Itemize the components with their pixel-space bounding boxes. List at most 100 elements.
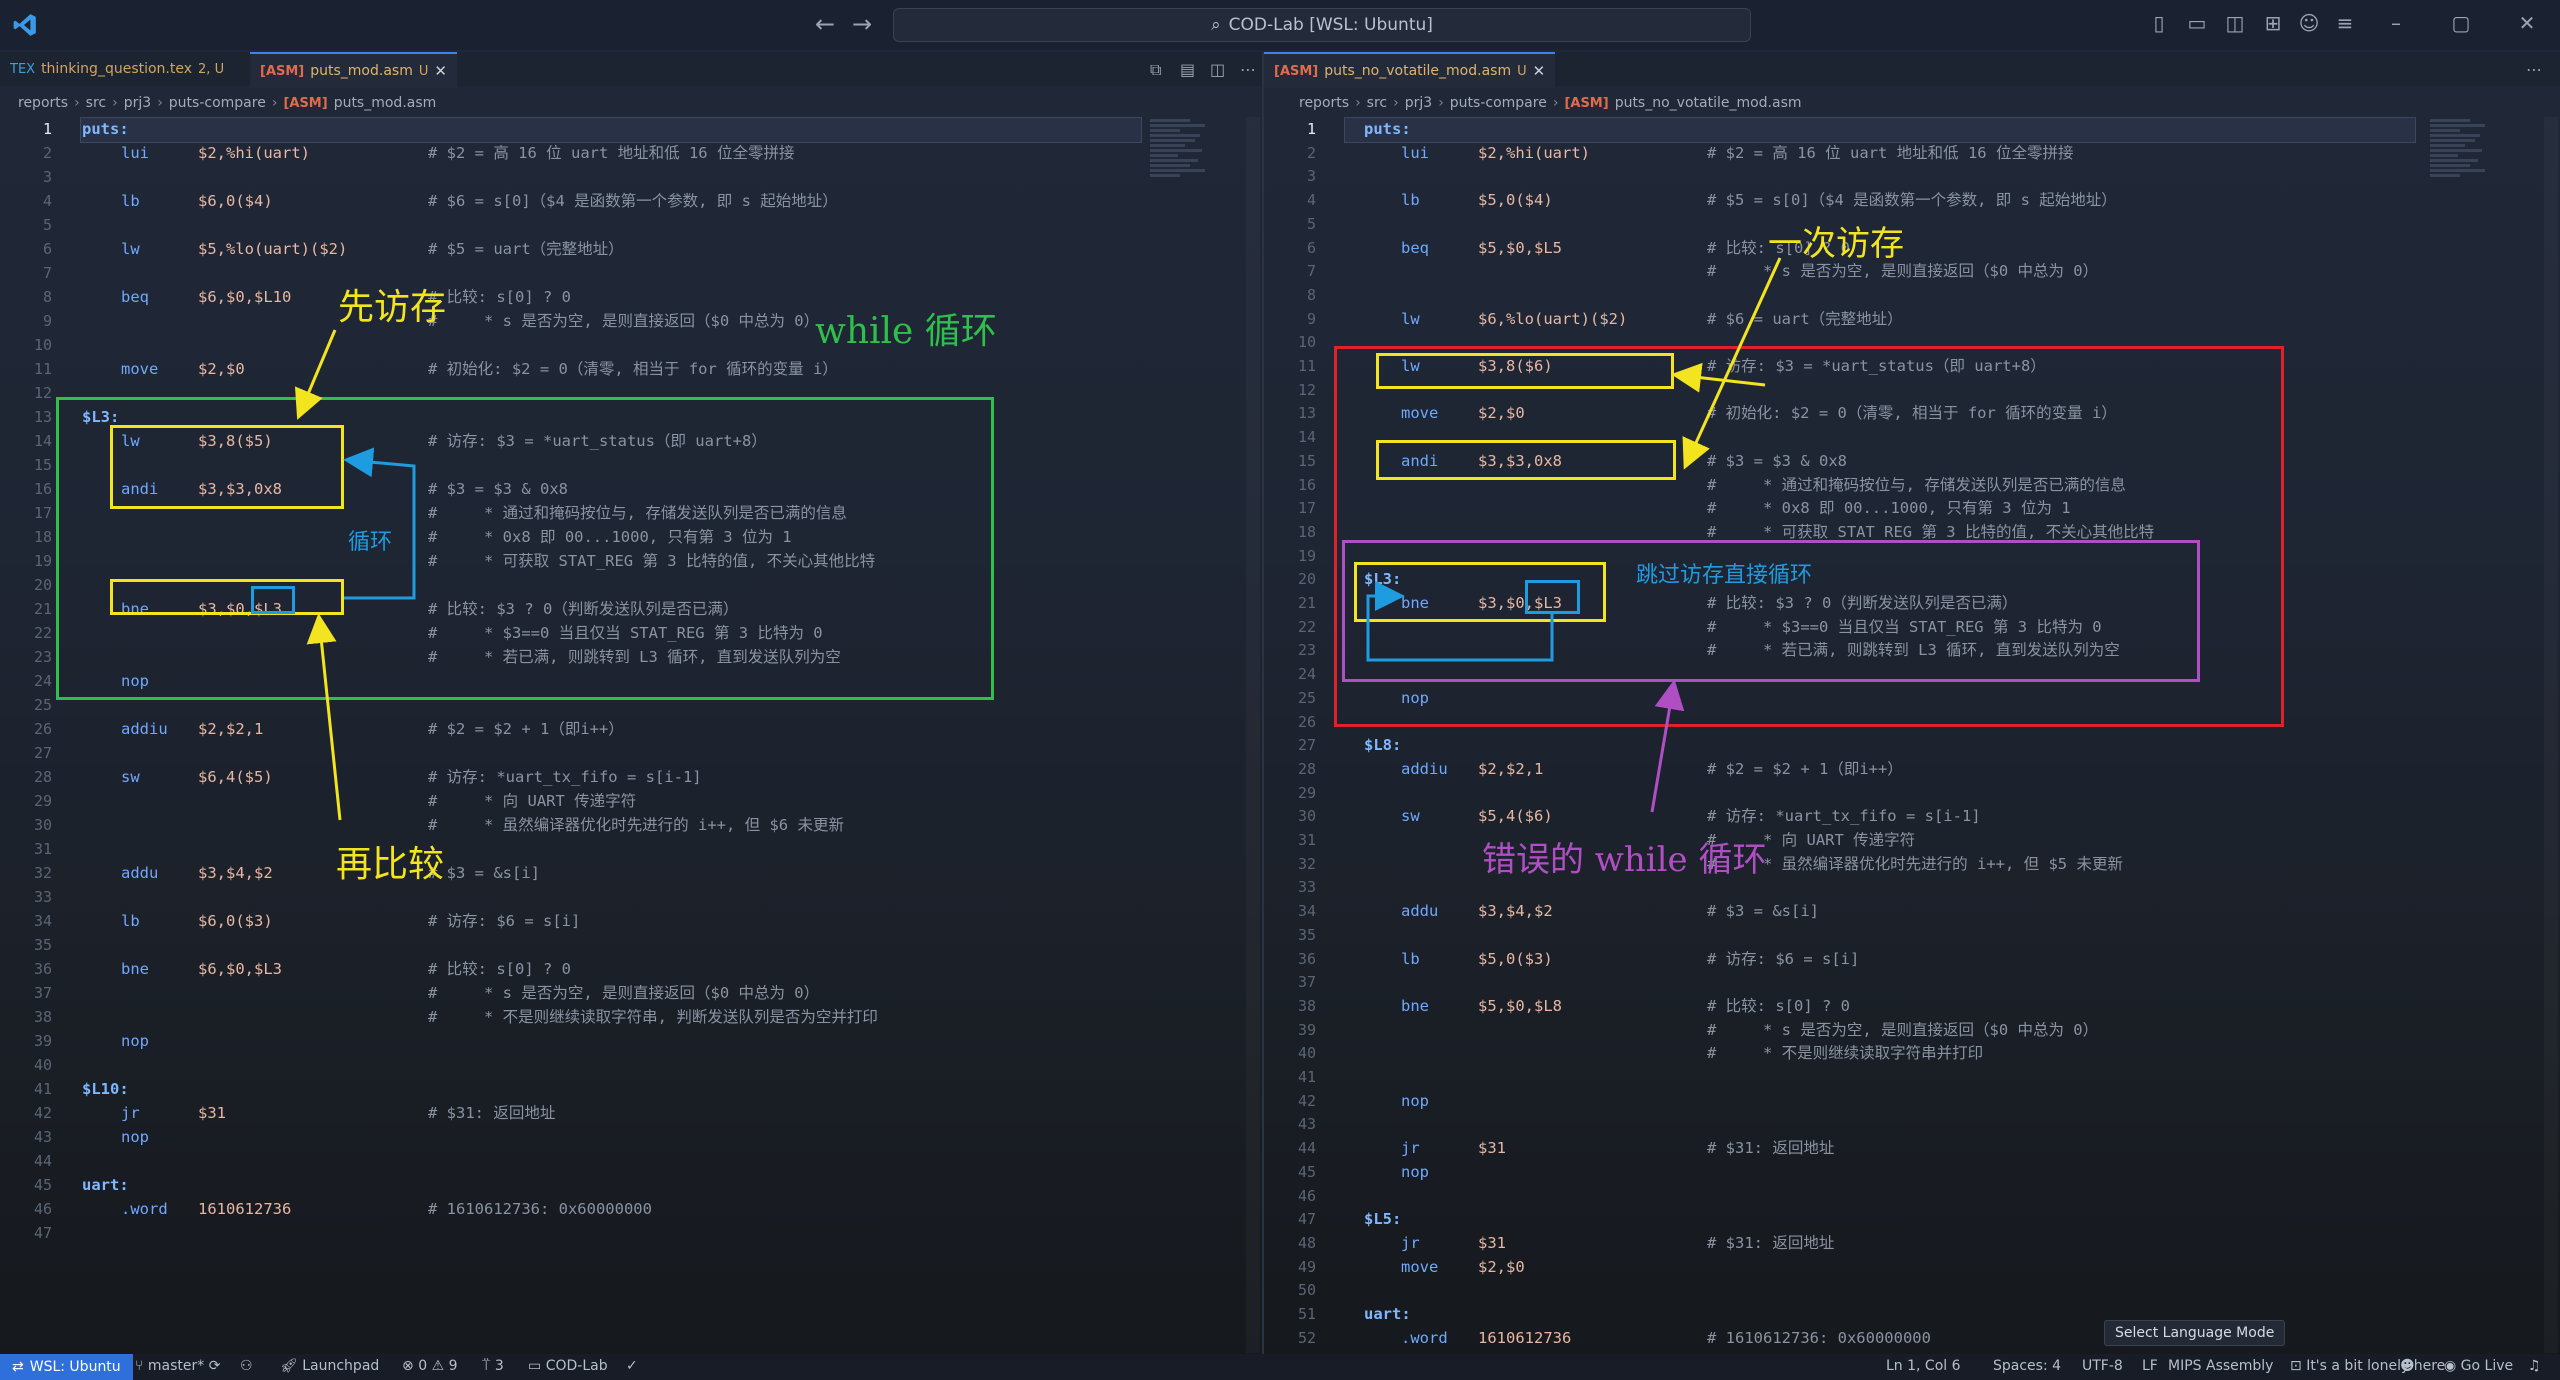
code-line[interactable]: 33	[1264, 875, 2560, 899]
code-line[interactable]: 26 addiu $2,$2,1 # $2 = $2 + 1（即i++）	[0, 717, 1262, 741]
code-line[interactable]: 37	[1264, 970, 2560, 994]
code-line[interactable]: 6 beq $5,$0,$L5 # 比较: s[0] ? 0	[1264, 236, 2560, 260]
close-window-icon[interactable]: ✕	[2516, 12, 2538, 34]
copilot-icon[interactable]: ☻	[2400, 1358, 2415, 1374]
code-line[interactable]: 33	[0, 885, 1262, 909]
code-line[interactable]: 52 .word 1610612736 # 1610612736: 0x6000000…	[1264, 1326, 2560, 1350]
check-icon[interactable]: ✓	[626, 1358, 638, 1374]
problems-status[interactable]: ⊗ 0 ⚠ 9	[402, 1358, 458, 1374]
more-actions-icon[interactable]: ⋯	[2526, 60, 2542, 79]
code-line[interactable]: 41 $L10:	[0, 1077, 1262, 1101]
breadcrumb-item[interactable]: puts_mod.asm	[334, 95, 437, 111]
code-line[interactable]: 5	[1264, 212, 2560, 236]
code-line[interactable]: 28 sw $6,4($5) # 访存: *uart_tx_fifo = s[i-1]	[0, 765, 1262, 789]
code-line[interactable]: 3	[1264, 164, 2560, 188]
code-line[interactable]: 29	[1264, 781, 2560, 805]
code-line[interactable]: 46 .word 1610612736 # 1610612736: 0x6000000…	[0, 1197, 1262, 1221]
end-of-line[interactable]: LF	[2142, 1358, 2158, 1374]
code-line[interactable]: 3	[0, 165, 1262, 189]
code-line[interactable]: 49 move $2,$0	[1264, 1255, 2560, 1279]
code-line[interactable]: 27	[0, 741, 1262, 765]
open-changes-icon[interactable]: ⧉	[1150, 60, 1161, 80]
minimize-icon[interactable]: –	[2385, 12, 2407, 34]
right-minimap[interactable]	[2430, 117, 2490, 237]
code-line[interactable]: 11 move $2,$0 # 初始化: $2 = 0（清零, 相当于 for 循环的…	[0, 357, 1262, 381]
notifications-icon[interactable]: ♫	[2528, 1358, 2541, 1374]
code-line[interactable]: 51 uart:	[1264, 1302, 2560, 1326]
code-line[interactable]: 50	[1264, 1278, 2560, 1302]
breadcrumb-item[interactable]: src	[1367, 95, 1387, 111]
left-code-editor[interactable]: 1 puts: 2 lui $2,%hi(uart) # $2 = 高 16 位 uart…	[0, 117, 1262, 1353]
breadcrumb-item[interactable]: puts_no_votatile_mod.asm	[1615, 95, 1802, 111]
left-scrollbar[interactable]	[1246, 117, 1260, 1353]
code-line[interactable]: 45 uart:	[0, 1173, 1262, 1197]
settings-sliders-icon[interactable]: ≡	[2334, 12, 2356, 34]
code-line[interactable]: 30 # * 虽然编译器优化时先进行的 i++, 但 $6 未更新	[0, 813, 1262, 837]
back-arrow-icon[interactable]: ←	[815, 10, 835, 38]
code-line[interactable]: 43 nop	[0, 1125, 1262, 1149]
breadcrumb-item[interactable]: puts-compare	[1450, 95, 1547, 111]
branch-status[interactable]: ⑂ master* ⟳	[135, 1358, 220, 1374]
code-line[interactable]: 8	[1264, 283, 2560, 307]
code-line[interactable]: 43	[1264, 1112, 2560, 1136]
code-line[interactable]: 39 # * s 是否为空, 是则直接返回（$0 中总为 0）	[1264, 1018, 2560, 1042]
ports-status[interactable]: ⍡ 3	[482, 1358, 504, 1374]
remote-indicator[interactable]: ⇄ WSL: Ubuntu	[0, 1354, 133, 1380]
code-line[interactable]: 8 beq $6,$0,$L10 # 比较: s[0] ? 0	[0, 285, 1262, 309]
code-line[interactable]: 28 addiu $2,$2,1 # $2 = $2 + 1（即i++）	[1264, 757, 2560, 781]
language-mode[interactable]: MIPS Assembly	[2168, 1358, 2273, 1374]
code-line[interactable]: 38 # * 不是则继续读取字符串, 判断发送队列是否为空并打印	[0, 1005, 1262, 1029]
command-center-search[interactable]: ⌕ COD-Lab [WSL: Ubuntu]	[893, 8, 1751, 42]
breadcrumb-item[interactable]: src	[86, 95, 106, 111]
code-line[interactable]: 29 # * 向 UART 传递字符	[0, 789, 1262, 813]
go-live-status[interactable]: ◉ Go Live	[2444, 1358, 2513, 1374]
lonely-status[interactable]: ⊡ It's a bit lonely here	[2290, 1358, 2445, 1374]
breadcrumb-item[interactable]: prj3	[124, 95, 151, 111]
tab-puts-mod[interactable]: [ASM] puts_mod.asm U ✕	[250, 52, 457, 88]
code-line[interactable]: 40	[0, 1053, 1262, 1077]
close-tab-icon[interactable]: ✕	[1533, 62, 1546, 80]
code-line[interactable]: 42 nop	[1264, 1089, 2560, 1113]
customize-layout-icon[interactable]: ⊞	[2262, 12, 2284, 34]
code-line[interactable]: 32 addu $3,$4,$2 # $3 = &s[i]	[0, 861, 1262, 885]
toggle-sidebar-icon[interactable]: ▯	[2148, 12, 2170, 34]
code-line[interactable]: 39 nop	[0, 1029, 1262, 1053]
workspace-status[interactable]: ▭ COD-Lab	[528, 1358, 608, 1374]
code-line[interactable]: 36 bne $6,$0,$L3 # 比较: s[0] ? 0	[0, 957, 1262, 981]
code-line[interactable]: 35	[1264, 923, 2560, 947]
code-line[interactable]: 9 lw $6,%lo(uart)($2) # $6 = uart（完整地址）	[1264, 307, 2560, 331]
code-line[interactable]: 30 sw $5,4($6) # 访存: *uart_tx_fifo = s[i-1]	[1264, 804, 2560, 828]
code-line[interactable]: 32 # * 虽然编译器优化时先进行的 i++, 但 $5 未更新	[1264, 852, 2560, 876]
code-line[interactable]: 27 $L8:	[1264, 733, 2560, 757]
right-scrollbar[interactable]	[2544, 117, 2558, 1353]
code-line[interactable]: 41	[1264, 1065, 2560, 1089]
code-line[interactable]: 42 jr $31 # $31: 返回地址	[0, 1101, 1262, 1125]
launchpad-status[interactable]: 🚀︎ Launchpad	[280, 1358, 379, 1374]
toggle-secondary-sidebar-icon[interactable]: ◫	[2224, 12, 2246, 34]
code-line[interactable]: 34 addu $3,$4,$2 # $3 = &s[i]	[1264, 899, 2560, 923]
editor-group-splitter[interactable]	[1262, 52, 1264, 1354]
code-line[interactable]: 1 puts:	[0, 117, 1262, 141]
more-actions-icon[interactable]: ⋯	[1240, 60, 1256, 79]
code-line[interactable]: 46	[1264, 1184, 2560, 1208]
code-line[interactable]: 38 bne $5,$0,$L8 # 比较: s[0] ? 0	[1264, 994, 2560, 1018]
code-line[interactable]: 31	[0, 837, 1262, 861]
breadcrumb-item[interactable]: reports	[1299, 95, 1349, 111]
code-line[interactable]: 7 # * s 是否为空, 是则直接返回（$0 中总为 0）	[1264, 259, 2560, 283]
preview-icon[interactable]: ▤	[1180, 60, 1195, 79]
code-line[interactable]: 2 lui $2,%hi(uart) # $2 = 高 16 位 uart 地址和低 …	[0, 141, 1262, 165]
maximize-icon[interactable]: ▢	[2450, 12, 2472, 34]
code-line[interactable]: 7	[0, 261, 1262, 285]
tab-thinking-question[interactable]: TEX thinking_question.tex 2, U	[0, 52, 234, 86]
right-code-editor[interactable]: 1 puts: 2 lui $2,%hi(uart) # $2 = 高 16 位 uart…	[1264, 117, 2560, 1353]
code-line[interactable]: 37 # * s 是否为空, 是则直接返回（$0 中总为 0）	[0, 981, 1262, 1005]
code-line[interactable]: 10	[0, 333, 1262, 357]
forward-arrow-icon[interactable]: →	[852, 10, 872, 38]
code-line[interactable]: 48 jr $31 # $31: 返回地址	[1264, 1231, 2560, 1255]
code-line[interactable]: 4 lb $5,0($4) # $5 = s[0]（$4 是函数第一个参数, 即 s …	[1264, 188, 2560, 212]
code-line[interactable]: 4 lb $6,0($4) # $6 = s[0]（$4 是函数第一个参数, 即 s …	[0, 189, 1262, 213]
code-line[interactable]: 45 nop	[1264, 1160, 2560, 1184]
breadcrumb-item[interactable]: reports	[18, 95, 68, 111]
code-line[interactable]: 47 $L5:	[1264, 1207, 2560, 1231]
git-graph-icon[interactable]: ⚇	[240, 1358, 253, 1374]
